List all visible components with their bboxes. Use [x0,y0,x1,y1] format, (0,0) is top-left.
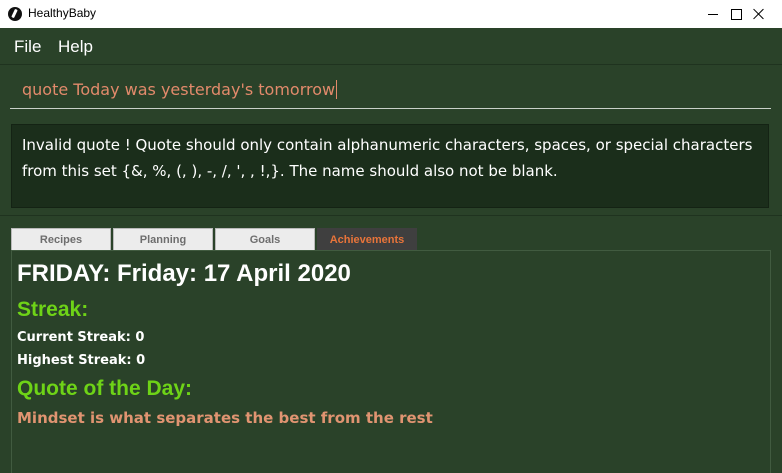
text-caret [336,80,338,99]
title-bar: HealthyBaby [0,0,782,28]
window-title: HealthyBaby [28,6,97,20]
menu-file[interactable]: File [14,37,41,57]
date-heading: FRIDAY: Friday: 17 April 2020 [17,260,351,287]
command-input-text: quote Today was yesterday's tomorrow [22,80,336,99]
result-display: Invalid quote ! Quote should only contai… [11,124,769,208]
quote-heading: Quote of the Day: [17,377,193,400]
tab-recipes[interactable]: Recipes [11,228,111,250]
result-message: Invalid quote ! Quote should only contai… [22,136,753,180]
close-icon [753,8,765,20]
quote-of-the-day: Mindset is what separates the best from … [17,409,433,427]
command-box[interactable]: quote Today was yesterday's tomorrow [10,72,771,109]
tab-goals[interactable]: Goals [215,228,315,250]
divider [0,215,782,216]
close-button[interactable] [736,0,782,28]
command-input[interactable]: quote Today was yesterday's tomorrow [22,80,338,99]
current-streak: Current Streak: 0 [17,330,145,345]
menu-bar: File Help [0,28,782,65]
streak-heading: Streak: [17,298,89,321]
tab-planning[interactable]: Planning [113,228,213,250]
highest-streak: Highest Streak: 0 [17,353,146,368]
menu-help[interactable]: Help [58,37,93,57]
tab-achievements[interactable]: Achievements [317,228,417,250]
app-logo-icon [8,7,22,21]
achievements-panel: FRIDAY: Friday: 17 April 2020 Streak: Cu… [11,250,771,473]
